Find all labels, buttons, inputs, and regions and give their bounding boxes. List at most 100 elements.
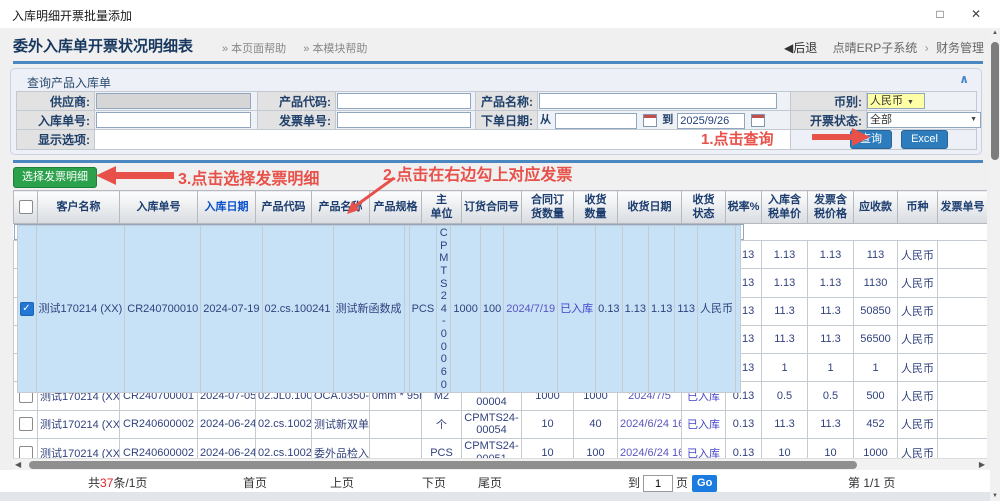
cell-currency: 人民币: [898, 269, 938, 297]
breadcrumb-app[interactable]: 点晴ERP子系统: [833, 41, 918, 55]
cell-inbound-date: 2024-06-24: [198, 438, 256, 458]
cell-product-code: 02.cs.100241: [262, 226, 333, 393]
column-header-currency[interactable]: 币种: [898, 191, 938, 224]
cell-product-spec: [370, 410, 422, 438]
product-name-input[interactable]: [539, 93, 777, 109]
excel-button[interactable]: Excel: [901, 130, 948, 149]
cell-invoice-no: [938, 410, 988, 438]
column-header-contract-qty[interactable]: 合同订 货数量: [522, 191, 574, 224]
column-header-contract-no[interactable]: 订货合同号: [462, 191, 522, 224]
inbound-no-input[interactable]: [96, 112, 251, 128]
cell-receive-date: 2024/6/24 16: [618, 438, 682, 458]
cell-contract-no: CPMTS24- 00060: [437, 226, 451, 393]
cell-unit-price-with-tax: 11.3: [762, 325, 808, 353]
search-button[interactable]: 查询: [850, 130, 892, 149]
cell-unit: 个: [422, 410, 462, 438]
product-code-input[interactable]: [337, 93, 471, 109]
cell-inbound-no: CR240600002: [120, 410, 198, 438]
scroll-up-icon[interactable]: ▲: [990, 30, 1000, 36]
go-button[interactable]: Go: [692, 475, 717, 492]
pagination-bar: 共37条/1页 首页 上页 下页 尾页 到页Go 第 1/1 页: [0, 470, 990, 492]
close-icon[interactable]: ✕: [968, 6, 984, 22]
chevron-down-icon: ▼: [907, 99, 914, 106]
data-grid-container: 客户名称入库单号入库日期产品代码产品名称产品规格主 单位订货合同号合同订 货数量…: [13, 190, 987, 458]
column-header-inbound-date[interactable]: 入库日期: [198, 191, 256, 224]
row-checkbox[interactable]: ✓: [20, 302, 34, 316]
calendar-icon[interactable]: [643, 114, 657, 127]
vertical-scrollbar[interactable]: ▲ ▼: [990, 28, 1000, 501]
column-header-product-name[interactable]: 产品名称: [312, 191, 370, 224]
currency-value: 人民币: [870, 95, 903, 107]
cell-invoice-no: [938, 382, 988, 410]
cell-invoice-no: [938, 241, 988, 269]
scroll-down-icon[interactable]: ▼: [990, 493, 1000, 499]
cell-receivable: 1000: [854, 438, 898, 458]
select-all-checkbox[interactable]: [19, 200, 33, 214]
column-header-received-qty[interactable]: 收货 数量: [574, 191, 618, 224]
page-number-input[interactable]: [643, 475, 673, 492]
date-to-label: 到: [662, 114, 673, 126]
cell-contract-no: CPMTS24- 00054: [462, 410, 522, 438]
date-to-input[interactable]: [677, 113, 745, 129]
page-help-link[interactable]: » 本页面帮助: [222, 43, 286, 55]
cell-inbound-no: CR240600002: [120, 438, 198, 458]
breadcrumb: ◀后退 点晴ERP子系统 › 财务管理: [784, 39, 984, 56]
column-header-product-spec[interactable]: 产品规格: [370, 191, 422, 224]
invoice-no-label: 发票单号:: [258, 111, 336, 130]
maximize-icon[interactable]: □: [932, 6, 948, 22]
next-page-link[interactable]: 下页: [422, 474, 446, 491]
first-page-link[interactable]: 首页: [243, 474, 267, 491]
cell-unit-price-with-tax: 1.13: [762, 269, 808, 297]
column-header-invoice-no[interactable]: 发票单号: [938, 191, 988, 224]
cell-currency: 人民币: [898, 382, 938, 410]
collapse-icon[interactable]: ∧: [959, 72, 969, 86]
column-header-product-code[interactable]: 产品代码: [256, 191, 312, 224]
module-help-link[interactable]: » 本模块帮助: [303, 43, 367, 55]
column-header-receive-date[interactable]: 收货日期: [618, 191, 682, 224]
annotation-step1: 1.点击查询: [701, 128, 774, 149]
date-from-input[interactable]: [555, 113, 637, 129]
prev-page-link[interactable]: 上页: [330, 474, 354, 491]
date-from-label: 从: [540, 114, 551, 126]
currency-select[interactable]: 人民币 ▼: [867, 93, 925, 109]
last-page-link[interactable]: 尾页: [478, 474, 502, 491]
query-panel-title: 查询产品入库单: [27, 74, 111, 91]
page-header: 委外入库单开票状况明细表 » 本页面帮助 » 本模块帮助 ◀后退 点晴ERP子系…: [0, 28, 990, 61]
back-button[interactable]: ◀后退: [784, 41, 817, 55]
query-form: 供应商: 产品代码: 产品名称: 币别: 人民币▼ 入库单号: 发票单号: 下单…: [16, 91, 977, 150]
cell-currency: 人民币: [898, 325, 938, 353]
scroll-left-icon[interactable]: ◀: [15, 460, 21, 469]
inbound-no-label: 入库单号:: [17, 111, 95, 130]
chevron-down-icon: ▼: [970, 113, 977, 127]
vertical-scrollbar-thumb[interactable]: [991, 42, 999, 160]
row-checkbox[interactable]: [19, 417, 33, 431]
supplier-input[interactable]: [96, 93, 251, 109]
column-header-receive-status[interactable]: 收货 状态: [682, 191, 726, 224]
column-header-invoice-price-with-tax[interactable]: 发票含 税价格: [808, 191, 854, 224]
invoice-no-input[interactable]: [337, 112, 471, 128]
breadcrumb-section[interactable]: 财务管理: [936, 41, 984, 55]
data-grid: 客户名称入库单号入库日期产品代码产品名称产品规格主 单位订货合同号合同订 货数量…: [13, 190, 987, 458]
cell-invoice-no: [938, 354, 988, 382]
cell-receive-status[interactable]: 已入库: [558, 226, 596, 393]
row-checkbox[interactable]: [19, 446, 33, 458]
select-invoice-detail-button[interactable]: 选择发票明细: [13, 167, 97, 188]
column-header-tax-rate[interactable]: 税率%: [726, 191, 762, 224]
column-header-receivable[interactable]: 应收款: [854, 191, 898, 224]
display-option-label: 显示选项:: [17, 130, 95, 150]
record-count: 共37条/1页: [88, 474, 147, 491]
cell-tax-rate: 0.13: [726, 410, 762, 438]
column-header-unit-price-with-tax[interactable]: 入库含 税单价: [762, 191, 808, 224]
column-header-inbound-no[interactable]: 入库单号: [120, 191, 198, 224]
cell-receive-date: 2024/6/24 16: [618, 410, 682, 438]
calendar-icon[interactable]: [751, 114, 765, 127]
column-header-unit[interactable]: 主 单位: [422, 191, 462, 224]
cell-customer-name: 测试170214 (XX): [36, 226, 125, 393]
cell-receive-status[interactable]: 已入库: [682, 410, 726, 438]
column-header-customer-name[interactable]: 客户名称: [38, 191, 120, 224]
cell-receivable: 113: [675, 226, 698, 393]
scroll-right-icon[interactable]: ▶: [979, 460, 985, 469]
horizontal-scrollbar-thumb[interactable]: [29, 461, 857, 469]
invoice-status-select[interactable]: 全部▼: [867, 112, 981, 128]
cell-receive-status[interactable]: 已入库: [682, 438, 726, 458]
